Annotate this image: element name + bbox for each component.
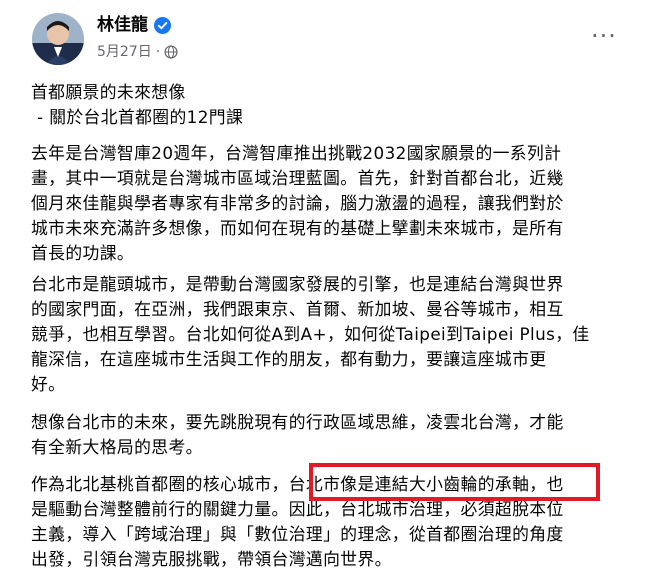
paragraph-line: 競爭，也相互學習。台北如何從A到A+，如何從Taipei到Taipei Plus… <box>31 324 590 344</box>
post-title: 首都願景的未來想像 - 關於台北首都圈的12門課 <box>31 80 641 130</box>
author-name-row: 林佳龍 <box>97 14 171 36</box>
paragraph-line: 主義，導入「跨域治理」與「數位治理」的理念，從首都圈治理的角度 <box>31 524 564 544</box>
post-date[interactable]: 5月27日 <box>97 43 152 61</box>
post-meta: 5月27日 · <box>97 43 178 61</box>
paragraph-3: 想像台北市的未來，要先跳脫現有的行政區域思維，凌雲北台灣，才能 有全新大格局的思… <box>31 410 641 460</box>
title-line: 首都願景的未來想像 <box>31 82 186 102</box>
paragraph-line: 台北市是龍頭城市，是帶動台灣國家發展的引擎，也是連結台灣與世界 <box>31 274 564 294</box>
paragraph-line: 有全新大格局的思考。 <box>31 437 203 457</box>
paragraph-1: 去年是台灣智庫20週年，台灣智庫推出挑戰2032國家願景的一系列計 畫，其中一項… <box>31 141 641 266</box>
more-options-icon[interactable]: ··· <box>591 24 617 48</box>
paragraph-line: 龍深信，在這座城市生活與工作的朋友，都有動力，要讓這座城市更 <box>31 349 547 369</box>
highlight-box <box>309 463 600 501</box>
paragraph-line: 畫，其中一項就是台灣城市區域治理藍圖。首先，針對首都台北，近幾 <box>31 168 564 188</box>
author-avatar[interactable] <box>32 13 84 65</box>
paragraph-line: 城市未來充滿許多想像，而如何在現有的基礎上擘劃未來城市，是所有 <box>31 218 564 238</box>
paragraph-line: 個月來佳龍與學者專家有非常多的討論，腦力激盪的過程，讓我們對於 <box>31 193 564 213</box>
paragraph-line: 好。 <box>31 374 66 394</box>
verified-badge-icon <box>154 16 171 34</box>
paragraph-line: 去年是台灣智庫20週年，台灣智庫推出挑戰2032國家願景的一系列計 <box>31 143 562 163</box>
avatar-photo <box>32 13 84 65</box>
paragraph-line: 出發，引領台灣克服挑戰，帶領台灣邁向世界。 <box>31 549 392 569</box>
title-line: - 關於台北首都圈的12門課 <box>37 107 244 127</box>
meta-separator: · <box>155 44 161 60</box>
author-name[interactable]: 林佳龍 <box>97 14 148 36</box>
paragraph-line: 首長的功課。 <box>31 243 135 263</box>
paragraph-line: 想像台北市的未來，要先跳脫現有的行政區域思維，凌雲北台灣，才能 <box>31 412 564 432</box>
paragraph-2: 台北市是龍頭城市，是帶動台灣國家發展的引擎，也是連結台灣與世界 的國家門面，在亞… <box>31 272 641 397</box>
paragraph-line: 的國家門面，在亞洲，我們跟東京、首爾、新加坡、曼谷等城市，相互 <box>31 299 564 319</box>
globe-icon[interactable] <box>164 45 178 59</box>
facebook-post: 林佳龍 5月27日 · ··· 首都願景的未來想像 - 關於台北首都圈的12門課… <box>0 0 656 583</box>
